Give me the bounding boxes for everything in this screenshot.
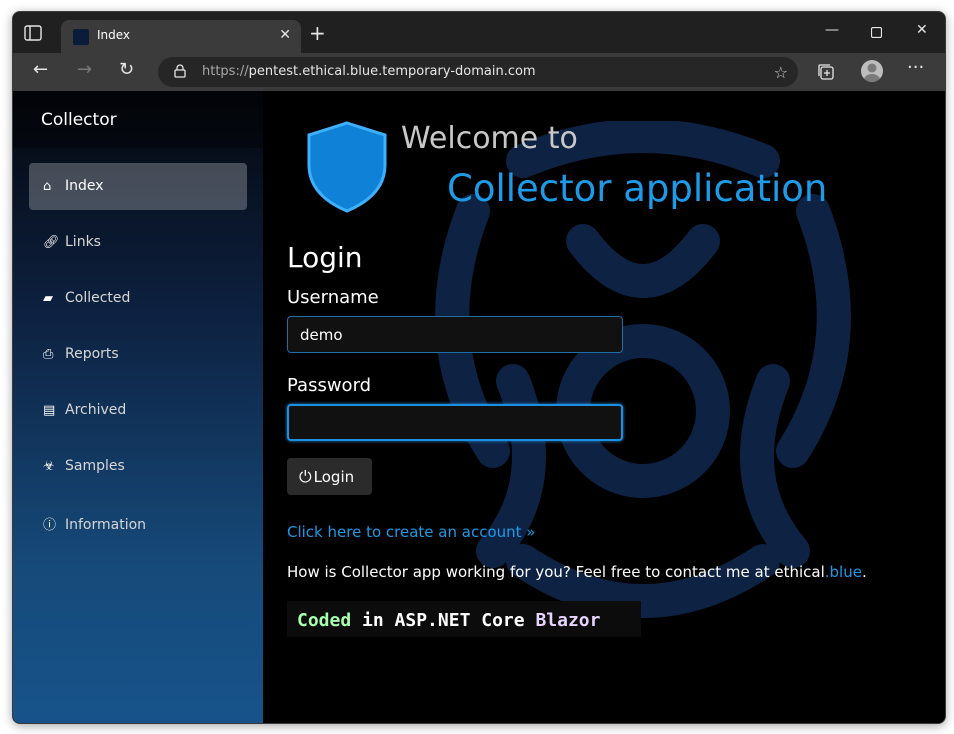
forward-icon[interactable]: → — [77, 61, 92, 79]
sidebar-item-collected[interactable]: ▰ Collected — [29, 275, 247, 322]
site-favicon-icon — [73, 29, 89, 45]
info-icon: ⓘ — [43, 518, 57, 533]
contact-link[interactable]: .blue — [825, 563, 862, 581]
lock-icon[interactable] — [174, 64, 186, 78]
collections-icon[interactable] — [817, 63, 835, 81]
back-icon[interactable]: ← — [33, 61, 48, 79]
sidebar-item-samples[interactable]: ☣ Samples — [29, 443, 247, 490]
app-title: Collector application — [447, 167, 828, 210]
sidebar-item-reports[interactable]: ⎙ Reports — [29, 331, 247, 378]
login-button-label: Login — [313, 468, 355, 486]
main-content: Welcome to Collector application Login U… — [263, 91, 945, 723]
create-account-link[interactable]: Click here to create an account » — [287, 523, 535, 541]
sidebar-brand[interactable]: Collector — [13, 91, 263, 148]
sidebar: Collector ⌂ Index 🔗︎ Links ▰ Collected ⎙ Rep… — [13, 91, 263, 723]
close-window-icon[interactable]: ✕ — [916, 22, 928, 38]
close-tab-icon[interactable]: ✕ — [279, 27, 291, 43]
sidebar-item-information[interactable]: ⓘ Information — [29, 499, 247, 546]
browser-window: Index ✕ + — ✕ ← → ↻ https://pentest.ethi… — [12, 11, 946, 724]
username-input[interactable] — [287, 316, 623, 353]
biohazard-icon: ☣ — [43, 459, 55, 474]
sidebar-item-label: Links — [65, 234, 101, 250]
power-icon: ⏻ — [299, 467, 312, 486]
password-label: Password — [287, 375, 372, 396]
sidebar-item-archived[interactable]: ▤ Archived — [29, 387, 247, 434]
home-icon: ⌂ — [43, 179, 52, 194]
address-toolbar: ← → ↻ https://pentest.ethical.blue.tempo… — [13, 53, 945, 91]
contact-text: How is Collector app working for you? Fe… — [287, 563, 867, 581]
password-input[interactable] — [287, 404, 623, 441]
refresh-icon[interactable]: ↻ — [119, 61, 134, 79]
tab-bar: Index ✕ + — ✕ — [13, 12, 945, 53]
welcome-text: Welcome to — [401, 121, 578, 156]
sidebar-item-index[interactable]: ⌂ Index — [29, 163, 247, 210]
sidebar-item-label: Collected — [65, 290, 131, 306]
login-button[interactable]: ⏻ Login — [287, 458, 372, 495]
sidebar-item-label: Archived — [65, 402, 127, 418]
login-heading: Login — [287, 241, 363, 274]
sidebar-item-label: Information — [65, 517, 147, 533]
tab-title: Index — [97, 28, 131, 42]
sidebar-item-label: Reports — [65, 346, 119, 362]
folder-icon: ▰ — [43, 291, 53, 306]
tab-actions-icon[interactable] — [23, 24, 43, 42]
web-page: Collector ⌂ Index 🔗︎ Links ▰ Collected ⎙ Rep… — [13, 91, 945, 723]
username-label: Username — [287, 287, 379, 308]
shield-logo-icon — [307, 121, 387, 213]
minimize-icon[interactable]: — — [825, 22, 839, 38]
more-options-icon[interactable]: ··· — [907, 59, 924, 77]
sidebar-item-label: Index — [65, 178, 104, 194]
archive-icon: ▤ — [43, 403, 56, 418]
url-text: https://pentest.ethical.blue.temporary-d… — [202, 64, 536, 79]
coded-in-banner: Coded in ASP.NET Core Blazor — [287, 601, 641, 637]
add-favorite-icon[interactable]: ☆ — [774, 63, 788, 82]
sidebar-item-label: Samples — [65, 458, 125, 474]
maximize-icon[interactable] — [871, 27, 882, 38]
link-icon: 🔗︎ — [43, 235, 60, 250]
tab-index[interactable]: Index ✕ — [61, 20, 301, 53]
profile-avatar[interactable] — [861, 60, 883, 82]
new-tab-icon[interactable]: + — [309, 23, 326, 43]
user-icon — [864, 63, 880, 82]
address-bar[interactable]: https://pentest.ethical.blue.temporary-d… — [158, 57, 798, 87]
printer-icon: ⎙ — [43, 347, 54, 362]
sidebar-item-links[interactable]: 🔗︎ Links — [29, 219, 247, 266]
